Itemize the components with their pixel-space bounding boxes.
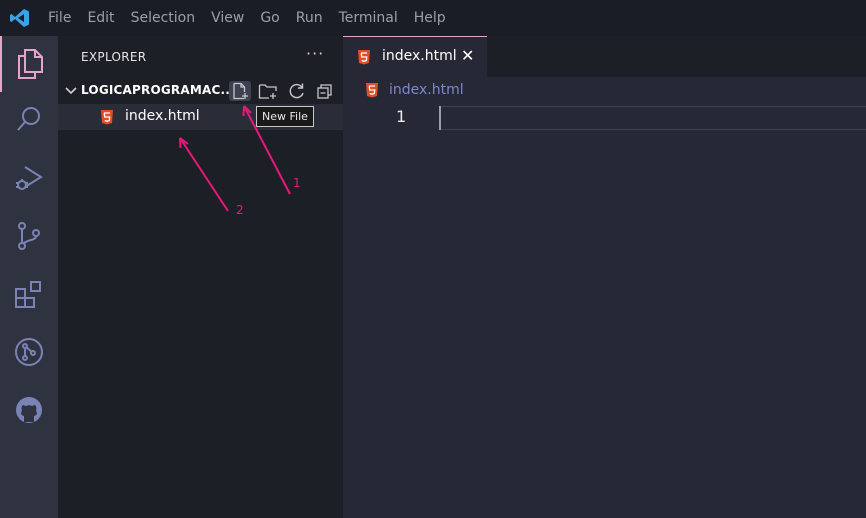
annotation-label-2: 2 [236,203,244,217]
annotation-label-1: 1 [293,176,301,190]
arrow-2 [179,137,229,212]
arrow-1 [243,105,291,195]
annotation-arrows [179,105,291,212]
